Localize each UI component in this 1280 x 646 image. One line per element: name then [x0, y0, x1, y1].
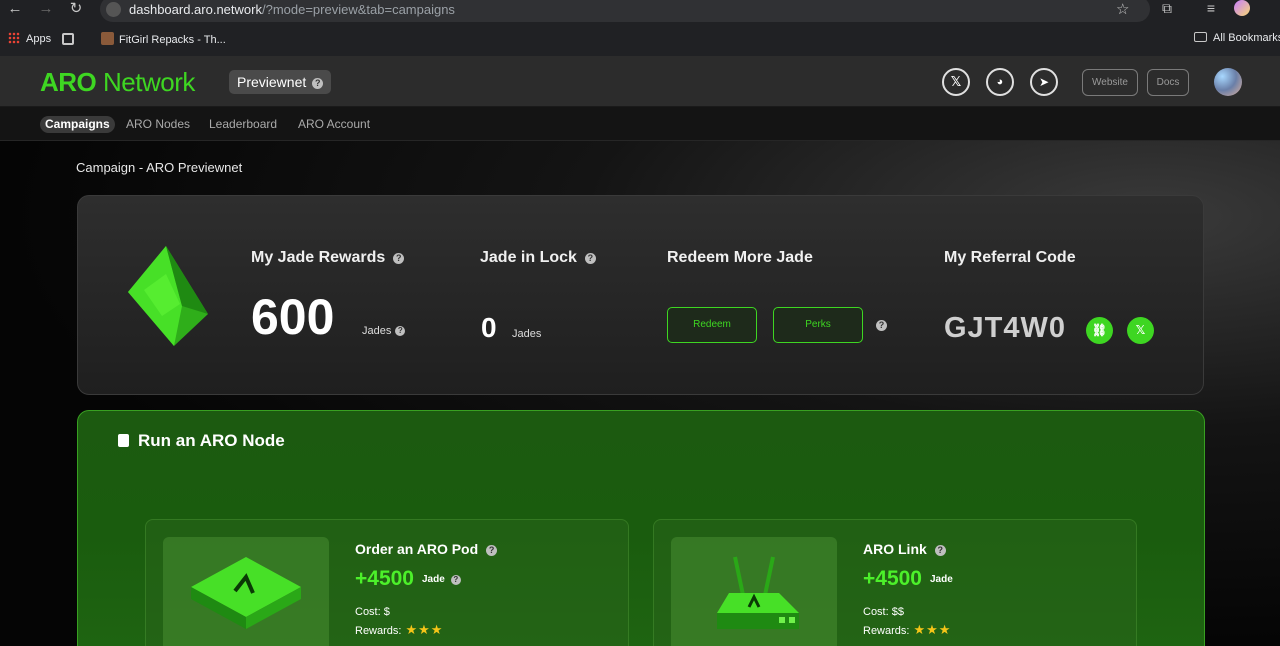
website-button[interactable]: Website — [1082, 69, 1138, 96]
help-icon[interactable]: ? — [876, 320, 887, 331]
referral-code: GJT4W0 — [944, 312, 1067, 344]
product-name: Order an ARO Pod? — [355, 541, 498, 557]
product-card-pod[interactable]: Order an ARO Pod? +4500 Jade? Cost: $ Rew… — [145, 519, 629, 646]
browser-chrome: ← → ↻ dashboard.aro.network/?mode=previe… — [0, 0, 1280, 56]
rewards-card: My Jade Rewards? 600 Jades? Jade in Lock… — [77, 195, 1204, 395]
browser-profile-icon[interactable] — [1234, 0, 1250, 16]
folder-icon — [1194, 32, 1207, 42]
bookmark-icon — [118, 434, 129, 447]
bookmark-apps[interactable]: Apps — [8, 32, 51, 45]
jade-gem-icon — [128, 246, 208, 346]
help-icon[interactable]: ? — [486, 545, 498, 556]
aro-logo[interactable]: ARO Network — [40, 67, 195, 98]
reload-icon[interactable]: ↻ — [67, 0, 85, 18]
product-cost: Cost: $ — [355, 606, 390, 618]
network-badge[interactable]: Previewnet? — [229, 70, 332, 94]
back-icon[interactable]: ← — [6, 0, 24, 18]
my-jade-unit: Jades? — [362, 325, 406, 337]
aro-pod-icon — [191, 557, 301, 629]
help-icon[interactable]: ? — [393, 253, 405, 264]
aro-link-router-icon — [717, 556, 799, 629]
aro-link-image — [671, 537, 837, 646]
bookmark-fitgirl[interactable]: FitGirl Repacks - Th... — [101, 32, 226, 46]
star-rating-icon: ★★★ — [913, 622, 952, 637]
help-icon[interactable]: ? — [450, 575, 461, 585]
product-name: ARO Link? — [863, 541, 946, 557]
apps-icon — [8, 32, 20, 44]
help-icon[interactable]: ? — [934, 545, 946, 556]
bookmark-star-icon[interactable]: ☆ — [1116, 0, 1129, 18]
forward-icon[interactable]: → — [37, 0, 55, 18]
aro-pod-image — [163, 537, 329, 646]
product-reward: +4500 Jade? — [355, 567, 461, 591]
redeem-button[interactable]: Redeem — [667, 307, 757, 343]
product-rewards-rating: Rewards: ★★★ — [355, 622, 444, 637]
docs-button[interactable]: Docs — [1147, 69, 1189, 96]
tab-aro-nodes[interactable]: ARO Nodes — [126, 116, 190, 133]
referral-title: My Referral Code — [944, 249, 1076, 266]
avatar[interactable] — [1214, 68, 1242, 96]
telegram-icon[interactable]: ➤ — [1030, 68, 1058, 96]
help-icon[interactable]: ? — [584, 253, 596, 264]
url-text: dashboard.aro.network/?mode=preview&tab=… — [129, 2, 455, 17]
share-x-icon[interactable]: 𝕏 — [1127, 317, 1154, 344]
breadcrumb: Campaign - ARO Previewnet — [76, 160, 243, 175]
site-info-icon[interactable] — [106, 2, 121, 17]
jade-in-lock-title: Jade in Lock? — [480, 249, 596, 267]
tab-aro-account[interactable]: ARO Account — [298, 116, 370, 133]
discord-icon[interactable]: ◕ — [986, 68, 1014, 96]
jade-lock-value: 0 — [481, 312, 497, 343]
redeem-more-title: Redeem More Jade — [667, 249, 813, 266]
perks-button[interactable]: Perks — [773, 307, 863, 343]
media-icon[interactable]: ≡ — [1202, 0, 1220, 18]
product-card-link[interactable]: ARO Link? +4500 Jade Cost: $$ Rewards: ★★★ — [653, 519, 1137, 646]
main-tabs: Campaigns ARO Nodes Leaderboard ARO Acco… — [0, 107, 1280, 141]
my-jade-value: 600 — [251, 289, 335, 345]
tab-campaigns[interactable]: Campaigns — [40, 116, 115, 133]
favicon-icon — [101, 32, 114, 45]
star-rating-icon: ★★★ — [405, 622, 444, 637]
bookmarks-bar: Apps FitGirl Repacks - Th... All Bookmar… — [0, 30, 1280, 52]
bookmark-all[interactable]: All Bookmarks — [1194, 32, 1280, 44]
tab-groups-icon[interactable] — [62, 33, 74, 45]
help-icon[interactable]: ? — [395, 326, 406, 336]
address-bar[interactable]: dashboard.aro.network/?mode=preview&tab=… — [100, 0, 1150, 22]
app-header: ARO Network Previewnet? 𝕏 ◕ ➤ Website Do… — [0, 56, 1280, 107]
my-jade-rewards-title: My Jade Rewards? — [251, 249, 405, 267]
x-twitter-icon[interactable]: 𝕏 — [942, 68, 970, 96]
jade-lock-unit: Jades — [512, 328, 542, 340]
run-node-card: Run an ARO Node Order an ARO Pod? +4500 J… — [77, 410, 1205, 646]
extensions-icon[interactable]: ⧉ — [1158, 0, 1176, 18]
tab-leaderboard[interactable]: Leaderboard — [209, 116, 277, 133]
product-cost: Cost: $$ — [863, 606, 904, 618]
product-reward: +4500 Jade — [863, 567, 953, 590]
product-rewards-rating: Rewards: ★★★ — [863, 622, 952, 637]
run-node-title: Run an ARO Node — [118, 431, 285, 451]
help-icon[interactable]: ? — [312, 78, 324, 89]
copy-link-icon[interactable]: ⛓ — [1086, 317, 1113, 344]
